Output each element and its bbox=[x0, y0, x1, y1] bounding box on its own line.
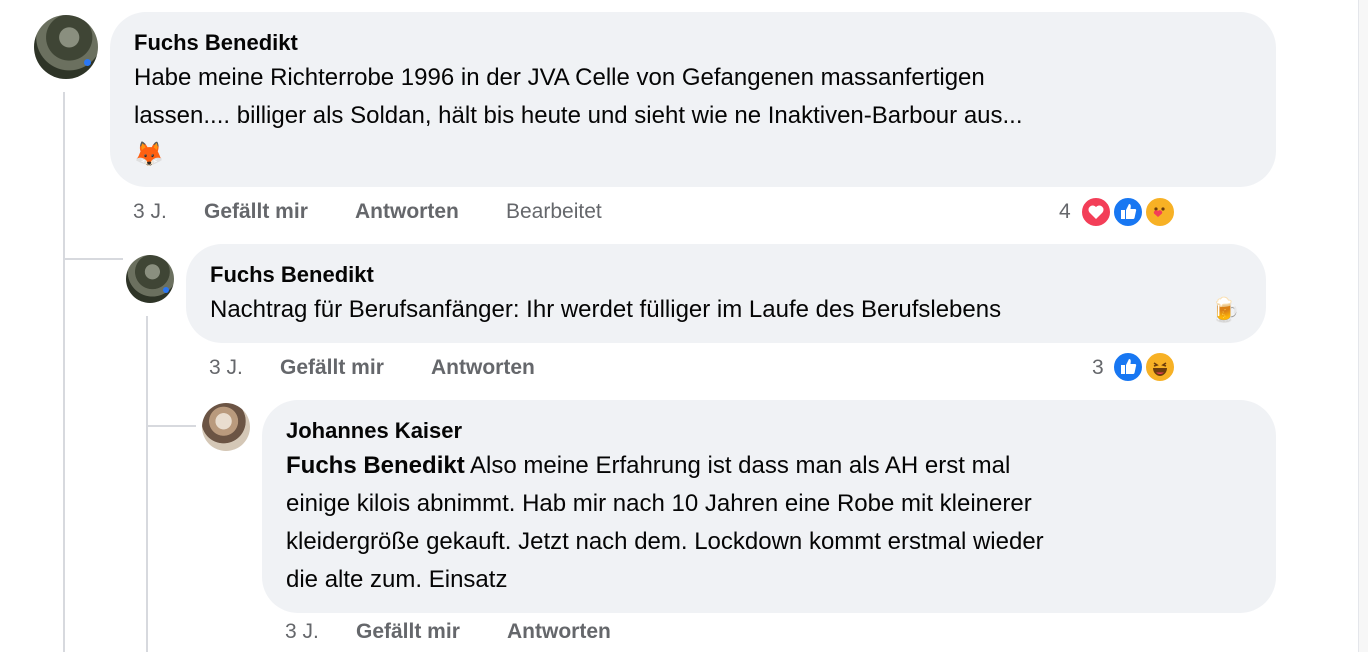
comment-text-line: einige kilois abnimmt. Hab mir nach 10 J… bbox=[286, 490, 1032, 517]
comment-author[interactable]: Fuchs Benedikt bbox=[210, 262, 374, 288]
thread-line-sub bbox=[146, 316, 148, 652]
online-badge bbox=[163, 287, 169, 293]
comment-text-line: die alte zum. Einsatz bbox=[286, 566, 508, 593]
comment-text-line: kleidergröße gekauft. Jetzt nach dem. Lo… bbox=[286, 528, 1044, 555]
thread-line-main bbox=[63, 92, 65, 652]
reaction-count[interactable]: 3 bbox=[1092, 356, 1104, 380]
reply-button[interactable]: Antworten bbox=[355, 200, 459, 224]
comment-author[interactable]: Johannes Kaiser bbox=[286, 418, 462, 444]
online-badge bbox=[84, 59, 91, 66]
comment-text-line: Nachtrag für Berufsanfänger: Ihr werdet … bbox=[210, 296, 1002, 323]
comment-text-line: lassen.... billiger als Soldan, hält bis… bbox=[134, 102, 1023, 129]
comment-timestamp[interactable]: 3 J. bbox=[133, 200, 167, 224]
avatar[interactable] bbox=[126, 255, 174, 303]
beer-emoji: 🍺 bbox=[1210, 297, 1240, 324]
edited-label: Bearbeitet bbox=[506, 200, 602, 223]
mention-link[interactable]: Fuchs Benedikt bbox=[286, 452, 465, 479]
fox-emoji: 🦊 bbox=[134, 141, 164, 168]
haha-reaction-icon[interactable] bbox=[1144, 351, 1176, 383]
love-reaction-icon[interactable] bbox=[1080, 196, 1112, 228]
reply-button[interactable]: Antworten bbox=[431, 356, 535, 380]
reaction-count[interactable]: 4 bbox=[1059, 200, 1071, 224]
like-reaction-icon[interactable] bbox=[1112, 351, 1144, 383]
comment-text-line: Fuchs Benedikt Also meine Erfahrung ist … bbox=[286, 452, 1011, 479]
comment-author[interactable]: Fuchs Benedikt bbox=[134, 30, 298, 56]
avatar[interactable] bbox=[202, 403, 250, 451]
comment-text-line: Habe meine Richterrobe 1996 in der JVA C… bbox=[134, 64, 985, 91]
scrollbar[interactable] bbox=[1358, 0, 1368, 652]
like-button[interactable]: Gefällt mir bbox=[204, 200, 308, 224]
comment-timestamp[interactable]: 3 J. bbox=[209, 356, 243, 380]
thread-branch-1 bbox=[63, 258, 123, 260]
care-reaction-icon[interactable] bbox=[1144, 196, 1176, 228]
reply-button[interactable]: Antworten bbox=[507, 620, 611, 644]
comment-timestamp[interactable]: 3 J. bbox=[285, 620, 319, 644]
like-button[interactable]: Gefällt mir bbox=[280, 356, 384, 380]
like-button[interactable]: Gefällt mir bbox=[356, 620, 460, 644]
thread-branch-2 bbox=[146, 425, 196, 427]
avatar[interactable] bbox=[34, 15, 98, 79]
like-reaction-icon[interactable] bbox=[1112, 196, 1144, 228]
